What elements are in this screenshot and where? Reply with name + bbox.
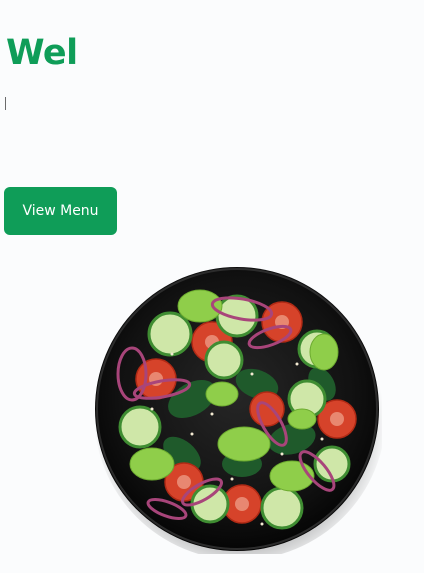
salad-plate-illustration xyxy=(94,267,382,554)
hero-title: Wel xyxy=(6,33,78,73)
salad-image xyxy=(92,264,382,554)
text-cursor xyxy=(5,97,6,110)
view-menu-button[interactable]: View Menu xyxy=(4,187,117,235)
